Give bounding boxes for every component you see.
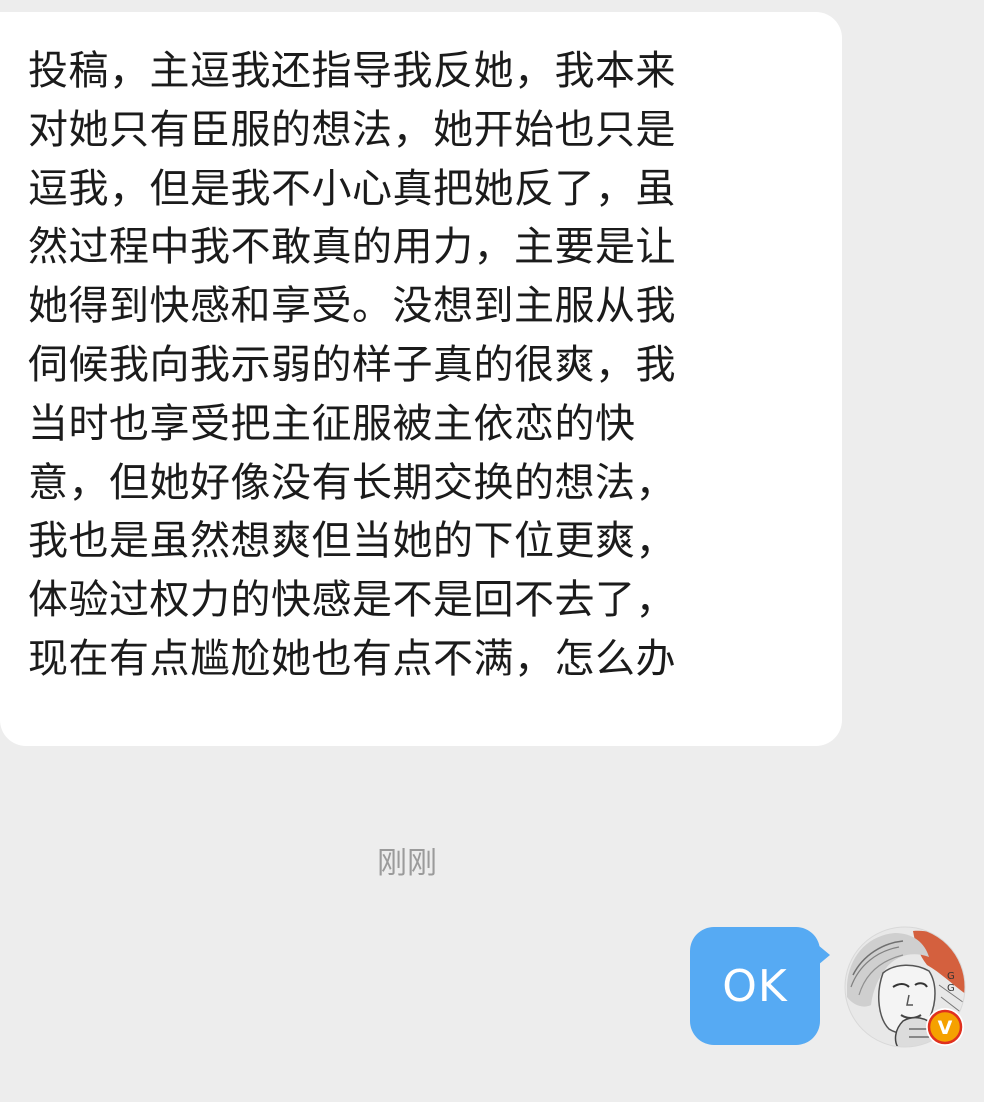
message-line: 我也是虽然想爽但当她的下位更爽， (28, 518, 676, 565)
message-line: 当时也享受把主征服被主依恋的快 (28, 400, 636, 447)
message-line: 投稿，主逗我还指导我反她，我本来 (28, 48, 676, 94)
message-line: 她得到快感和享受。没想到主服从我 (28, 283, 676, 330)
svg-text:V: V (938, 1017, 953, 1039)
svg-text:G: G (947, 983, 955, 994)
outgoing-message-text: OK (722, 960, 788, 1012)
message-line: 意，但她好像没有长期交换的想法， (28, 459, 676, 506)
incoming-message-bubble[interactable]: 投稿，主逗我还指导我反她，我本来 对她只有臣服的想法，她开始也只是 逗我，但是我… (0, 12, 842, 746)
svg-text:G: G (947, 971, 955, 982)
message-timestamp: 刚刚 (377, 846, 437, 881)
message-line: 对她只有臣服的想法，她开始也只是 (28, 106, 676, 153)
message-line: 逗我，但是我不小心真把她反了，虽 (28, 165, 676, 212)
chat-view: 投稿，主逗我还指导我反她，我本来 对她只有臣服的想法，她开始也只是 逗我，但是我… (0, 0, 984, 1102)
message-line: 体验过权力的快感是不是回不去了， (28, 577, 676, 624)
message-line: 现在有点尴尬她也有点不满，怎么办 (28, 635, 676, 682)
incoming-message-text: 投稿，主逗我还指导我反她，我本来 对她只有臣服的想法，她开始也只是 逗我，但是我… (28, 42, 822, 689)
verified-v-icon: V (926, 1008, 964, 1046)
message-line: 伺候我向我示弱的样子真的很爽，我 (28, 341, 676, 388)
outgoing-message-bubble[interactable]: OK (690, 927, 830, 1045)
message-line: 然过程中我不敢真的用力，主要是让 (28, 224, 676, 271)
verified-badge: V (924, 1006, 966, 1048)
